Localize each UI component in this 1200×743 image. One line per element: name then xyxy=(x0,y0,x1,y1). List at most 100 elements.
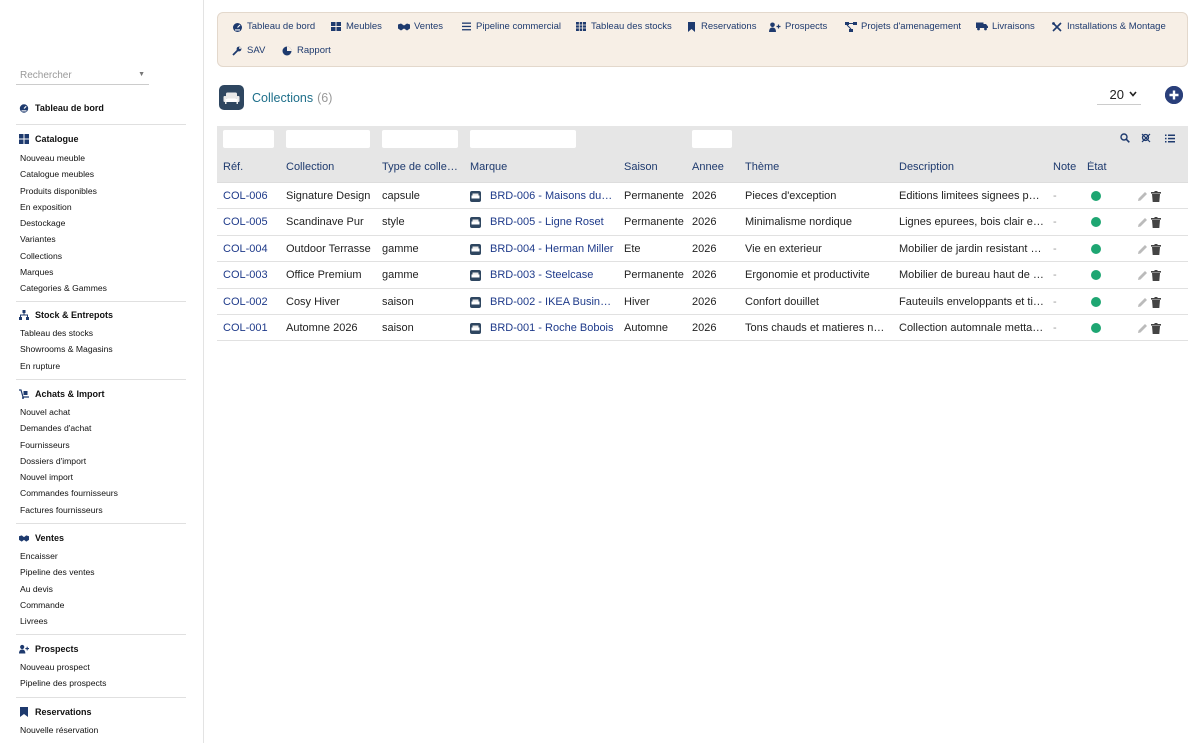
nav-reservations[interactable]: Reservations xyxy=(685,21,756,32)
sidebar-item-en-exposition[interactable]: En exposition xyxy=(16,199,186,215)
sidebar-item-destockage[interactable]: Destockage xyxy=(16,215,186,231)
cell-ref[interactable]: COL-002 xyxy=(223,296,268,308)
cell-brand[interactable]: BRD-004 - Herman Miller xyxy=(490,243,614,255)
filter-brand-input[interactable] xyxy=(470,130,576,148)
col-header-description[interactable]: Description xyxy=(899,161,954,173)
nav-tableau-des-stocks[interactable]: Tableau des stocks xyxy=(575,21,672,32)
sidebar-section-title[interactable]: Ventes xyxy=(16,530,186,546)
sidebar-item-au-devis[interactable]: Au devis xyxy=(16,581,186,597)
sidebar-item-categories-gammes[interactable]: Categories & Gammes xyxy=(16,280,186,296)
sidebar-item-variantes[interactable]: Variantes xyxy=(16,231,186,247)
sidebar-section-title[interactable]: Achats & Import xyxy=(16,386,186,402)
cell-brand[interactable]: BRD-005 - Ligne Roset xyxy=(490,216,614,228)
table-header: Réf. Collection Type de colle… Marque Sa… xyxy=(217,152,1188,183)
sidebar-item-catalogue-meubles[interactable]: Catalogue meubles xyxy=(16,166,186,182)
sidebar-item-nouvel-achat[interactable]: Nouvel achat xyxy=(16,404,186,420)
col-header-season[interactable]: Saison xyxy=(624,161,658,173)
col-header-year[interactable]: Annee xyxy=(692,161,724,173)
sidebar-item-en-rupture[interactable]: En rupture xyxy=(16,358,186,374)
filter-type-input[interactable] xyxy=(382,130,458,148)
col-header-collection[interactable]: Collection xyxy=(286,161,334,173)
nav-rapport[interactable]: Rapport xyxy=(281,45,331,56)
sidebar-item-marques[interactable]: Marques xyxy=(16,264,186,280)
sidebar-item-commande[interactable]: Commande xyxy=(16,597,186,613)
cell-brand[interactable]: BRD-002 - IKEA Business xyxy=(490,296,614,308)
trash-icon[interactable] xyxy=(1151,268,1161,282)
nav-installations-montage[interactable]: Installations & Montage xyxy=(1051,21,1166,32)
sidebar-item-demandes-achat[interactable]: Demandes d'achat xyxy=(16,420,186,436)
sidebar-item-dashboard[interactable]: Tableau de bord xyxy=(16,100,186,116)
table-row[interactable]: COL-005 Scandinave Pur style BRD-005 - Lign… xyxy=(217,209,1188,236)
cell-brand[interactable]: BRD-001 - Roche Bobois xyxy=(490,322,614,334)
pencil-icon[interactable] xyxy=(1137,215,1148,228)
filter-year-input[interactable] xyxy=(692,130,732,148)
sidebar-section-title[interactable]: Reservations xyxy=(16,704,186,720)
nav-sav[interactable]: SAV xyxy=(231,45,265,56)
trash-icon[interactable] xyxy=(1151,215,1161,229)
col-header-note[interactable]: Note xyxy=(1053,161,1076,173)
col-header-brand[interactable]: Marque xyxy=(470,161,507,173)
col-header-type[interactable]: Type de colle… xyxy=(382,161,460,173)
nav-meubles[interactable]: Meubles xyxy=(330,21,382,32)
table-row[interactable]: COL-002 Cosy Hiver saison BRD-002 - IKEA Bu… xyxy=(217,289,1188,315)
sidebar-item-livrees[interactable]: Livrees xyxy=(16,613,186,629)
nav-tableau-de-bord[interactable]: Tableau de bord xyxy=(231,21,315,32)
sidebar-item-nouveau-prospect[interactable]: Nouveau prospect xyxy=(16,659,186,675)
sidebar-item-pipeline-prospects[interactable]: Pipeline des prospects xyxy=(16,675,186,691)
sidebar-section-title[interactable]: Prospects xyxy=(16,641,186,657)
cell-brand[interactable]: BRD-003 - Steelcase xyxy=(490,269,614,281)
per-page-select[interactable]: 20 xyxy=(1097,84,1141,105)
sidebar-item-factures-fournisseurs[interactable]: Factures fournisseurs xyxy=(16,502,186,518)
sidebar-item-showrooms[interactable]: Showrooms & Magasins xyxy=(16,341,186,357)
sidebar-item-commandes-fournisseurs[interactable]: Commandes fournisseurs xyxy=(16,485,186,501)
cell-ref[interactable]: COL-001 xyxy=(223,322,268,334)
sidebar-item-nouvelle-reservation[interactable]: Nouvelle réservation xyxy=(16,722,186,738)
sidebar-item-produits-disponibles[interactable]: Produits disponibles xyxy=(16,183,186,199)
pencil-icon[interactable] xyxy=(1137,242,1148,254)
add-collection-button[interactable] xyxy=(1165,86,1183,104)
cell-ref[interactable]: COL-003 xyxy=(223,269,268,281)
trash-icon[interactable] xyxy=(1151,189,1161,202)
sidebar-section-catalogue: Catalogue Nouveau meuble Catalogue meubl… xyxy=(16,131,186,302)
pencil-icon[interactable] xyxy=(1137,268,1148,281)
col-header-status[interactable]: État xyxy=(1087,161,1107,173)
nav-pipeline-commercial[interactable]: Pipeline commercial xyxy=(460,21,561,32)
col-header-theme[interactable]: Thème xyxy=(745,161,779,173)
sidebar-item-nouvel-import[interactable]: Nouvel import xyxy=(16,469,186,485)
trash-icon[interactable] xyxy=(1151,321,1161,334)
table-row[interactable]: COL-003 Office Premium gamme BRD-003 - Stee… xyxy=(217,262,1188,289)
pencil-icon[interactable] xyxy=(1137,295,1148,307)
sidebar-item-collections[interactable]: Collections xyxy=(16,248,186,264)
sidebar-section-title[interactable]: Stock & Entrepots xyxy=(16,307,186,323)
nav-prospects[interactable]: Prospects xyxy=(769,21,827,32)
sidebar-item-dossiers-import[interactable]: Dossiers d'import xyxy=(16,453,186,469)
cell-brand[interactable]: BRD-006 - Maisons du … xyxy=(490,190,614,202)
pencil-icon[interactable] xyxy=(1137,321,1148,333)
nav-ventes[interactable]: Ventes xyxy=(398,21,443,32)
clear-filter-icon[interactable] xyxy=(1140,132,1152,144)
sidebar-section-title[interactable]: Catalogue xyxy=(16,131,186,147)
cell-ref[interactable]: COL-005 xyxy=(223,216,268,228)
sidebar-item-pipeline-ventes[interactable]: Pipeline des ventes xyxy=(16,564,186,580)
cell-ref[interactable]: COL-006 xyxy=(223,190,268,202)
cell-ref[interactable]: COL-004 xyxy=(223,243,268,255)
trash-icon[interactable] xyxy=(1151,242,1161,255)
sidebar-item-encaisser[interactable]: Encaisser xyxy=(16,548,186,564)
trash-icon[interactable] xyxy=(1151,295,1161,308)
nav-projets-amenagement[interactable]: Projets d'amenagement xyxy=(845,21,961,32)
table-row[interactable]: COL-001 Automne 2026 saison BRD-001 - Roche… xyxy=(217,315,1188,342)
sidebar-item-nouveau-meuble[interactable]: Nouveau meuble xyxy=(16,150,186,166)
nav-livraisons[interactable]: Livraisons xyxy=(976,21,1035,32)
col-header-ref[interactable]: Réf. xyxy=(223,161,243,173)
pencil-icon[interactable] xyxy=(1137,189,1148,201)
search-icon[interactable] xyxy=(1119,132,1131,144)
filter-ref-input[interactable] xyxy=(223,130,274,148)
table-row[interactable]: COL-006 Signature Design capsule BRD-006 - … xyxy=(217,183,1188,210)
sidebar-item-fournisseurs[interactable]: Fournisseurs xyxy=(16,437,186,453)
sidebar-search-select[interactable]: Rechercher ▼ xyxy=(16,66,149,85)
sidebar-item-tableau-stocks[interactable]: Tableau des stocks xyxy=(16,325,186,341)
column-list-icon[interactable] xyxy=(1164,132,1176,144)
filter-collection-input[interactable] xyxy=(286,130,370,148)
table-row[interactable]: COL-004 Outdoor Terrasse gamme BRD-004 - He… xyxy=(217,236,1188,263)
caret-down-icon: ▼ xyxy=(138,71,145,78)
